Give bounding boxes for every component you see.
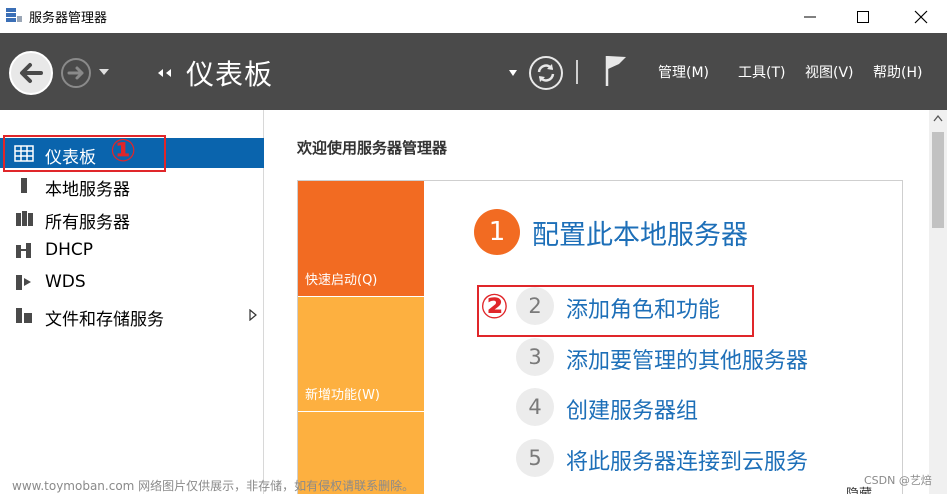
sidebar-item-dhcp[interactable]: DHCP — [0, 235, 264, 265]
step-link[interactable]: 将此服务器连接到云服务 — [566, 444, 808, 476]
welcome-title: 欢迎使用服务器管理器 — [297, 139, 448, 157]
expand-arrow-icon[interactable] — [248, 309, 258, 321]
main-content: 欢迎使用服务器管理器 快速启动(Q) 新增功能(W) 1 配置此本地服务器 2 … — [265, 110, 947, 494]
server-manager-app-icon — [6, 8, 22, 22]
annotation-box-2 — [477, 285, 754, 337]
maximize-icon — [857, 10, 869, 23]
sidebar-item-label: 文件和存储服务 — [45, 310, 164, 330]
refresh-icon[interactable] — [528, 55, 564, 91]
step-1-number: 1 — [474, 209, 520, 255]
toolbar: 仪表板 管理(M) 工具(T) 视图(V) 帮助(H) — [0, 33, 947, 110]
step-link[interactable]: 创建服务器组 — [566, 393, 698, 425]
step-link[interactable]: 添加要管理的其他服务器 — [566, 343, 808, 375]
step-number: 3 — [516, 338, 554, 376]
annotation-marker-2: ② — [480, 287, 509, 327]
watermark-text: www.toymoban.com 网络图片仅供展示，非存储，如有侵权请联系删除。 — [12, 479, 415, 493]
wds-icon — [16, 275, 31, 290]
maximize-button[interactable] — [840, 0, 886, 33]
scroll-up-icon[interactable] — [933, 114, 943, 122]
sidebar-item-local-server[interactable]: 本地服务器 — [0, 170, 264, 200]
minimize-button[interactable] — [787, 0, 833, 33]
step-number: 5 — [516, 439, 554, 477]
local-server-icon — [21, 178, 27, 193]
credit-text: CSDN @艺焙 — [864, 474, 932, 487]
sidebar-item-label: 本地服务器 — [45, 180, 130, 200]
breadcrumb-arrows-icon — [158, 69, 171, 77]
tile-label: 快速启动(Q) — [305, 273, 378, 288]
step-number: 4 — [516, 388, 554, 426]
toolbar-separator — [576, 60, 578, 84]
all-servers-icon — [16, 211, 33, 226]
server-manager-window: 服务器管理器 仪表板 管理(M) 工具(T) 视图(V) 帮助(H) 仪表板 本… — [0, 0, 947, 494]
sidebar-item-label: WDS — [45, 272, 86, 292]
sidebar-item-wds[interactable]: WDS — [0, 267, 264, 297]
step-1-title-link[interactable]: 配置此本地服务器 — [532, 213, 748, 252]
forward-arrow-icon[interactable] — [60, 57, 92, 89]
sidebar: 仪表板 本地服务器 所有服务器 DHCP WDS 文件和存储服务 ① — [0, 110, 264, 494]
back-arrow-icon[interactable] — [8, 50, 54, 96]
tile-quick-start[interactable]: 快速启动(Q) — [298, 181, 424, 296]
minimize-icon — [804, 16, 816, 17]
vertical-scrollbar[interactable] — [929, 110, 947, 494]
menu-help[interactable]: 帮助(H) — [873, 62, 922, 82]
breadcrumb-title: 仪表板 — [186, 58, 274, 91]
tile-label: 新增功能(W) — [305, 388, 380, 403]
sidebar-item-all-servers[interactable]: 所有服务器 — [0, 203, 264, 233]
sidebar-item-file-storage[interactable]: 文件和存储服务 — [0, 300, 264, 330]
flag-icon[interactable] — [600, 53, 630, 89]
sidebar-item-label: DHCP — [45, 240, 93, 260]
menu-view[interactable]: 视图(V) — [805, 62, 854, 82]
menu-manage[interactable]: 管理(M) — [658, 62, 709, 82]
quick-start-panel: 快速启动(Q) 新增功能(W) 1 配置此本地服务器 2 添加角色和功能 3 添… — [297, 180, 903, 494]
annotation-box-1 — [3, 135, 166, 172]
close-icon — [914, 10, 928, 23]
dhcp-icon — [16, 243, 31, 258]
close-button[interactable] — [898, 0, 944, 33]
chevron-down-icon[interactable] — [508, 69, 518, 77]
file-storage-icon — [16, 308, 32, 323]
title-bar: 服务器管理器 — [0, 0, 947, 33]
window-title: 服务器管理器 — [29, 11, 108, 26]
menu-tools[interactable]: 工具(T) — [738, 62, 785, 82]
history-chevron-down-icon[interactable] — [97, 67, 111, 77]
sidebar-item-label: 所有服务器 — [45, 213, 130, 233]
tile-whats-new[interactable]: 新增功能(W) — [298, 297, 424, 411]
annotation-marker-1: ① — [110, 133, 137, 169]
scrollbar-thumb[interactable] — [932, 132, 944, 228]
